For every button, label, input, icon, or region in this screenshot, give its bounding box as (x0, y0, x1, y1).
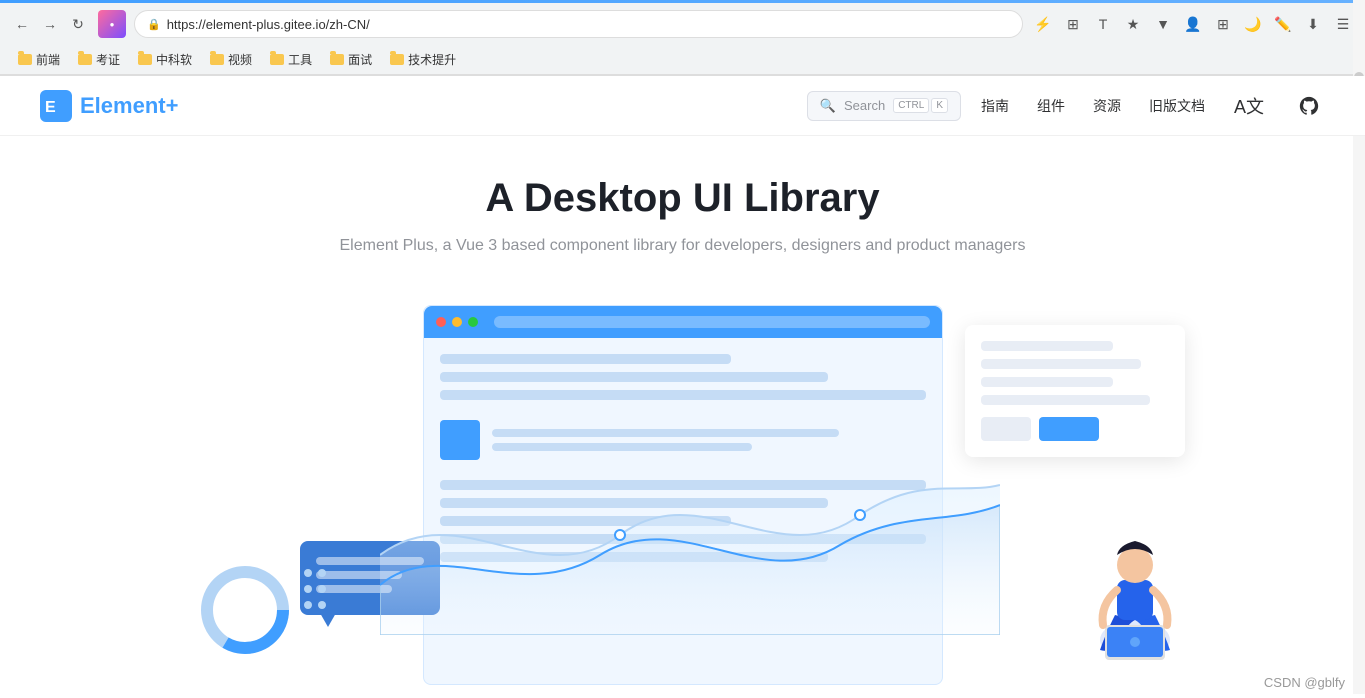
dot-red (436, 317, 446, 327)
bookmark-label: 前端 (36, 51, 60, 68)
bookmark-chevron[interactable]: ▼ (1151, 12, 1175, 36)
nav-buttons: ← → ↻ (10, 12, 90, 36)
circle-decoration (200, 565, 290, 655)
browser-toolbar-container: ← → ↻ ● 🔒 https://element-plus.gitee.io/… (0, 3, 1365, 76)
github-icon[interactable] (1293, 90, 1325, 122)
person-illustration (1085, 525, 1185, 665)
bookmark-面试[interactable]: 面试 (322, 49, 380, 70)
folder-icon (270, 54, 284, 65)
bookmark-star[interactable]: ★ (1121, 12, 1145, 36)
bookmark-label: 工具 (288, 51, 312, 68)
panel-row-1 (981, 341, 1113, 351)
folder-icon (210, 54, 224, 65)
kbd-k: K (931, 98, 948, 113)
download-icon[interactable]: ⬇ (1301, 12, 1325, 36)
bookmark-label: 考证 (96, 51, 120, 68)
window-row-2 (440, 372, 829, 382)
kbd-hint: CTRL K (893, 98, 948, 113)
bookmark-label: 面试 (348, 51, 372, 68)
folder-icon (330, 54, 344, 65)
reload-button[interactable]: ↻ (66, 12, 90, 36)
brush-icon[interactable]: ✏️ (1271, 12, 1295, 36)
moon-icon[interactable]: 🌙 (1241, 12, 1265, 36)
folder-icon (390, 54, 404, 65)
bookmark-考证[interactable]: 考证 (70, 49, 128, 70)
language-icon[interactable]: A文 (1233, 90, 1265, 122)
hero-subtitle: Element Plus, a Vue 3 based component li… (20, 237, 1345, 255)
dot-green (468, 317, 478, 327)
nav-components[interactable]: 组件 (1037, 96, 1065, 116)
logo-text: Element+ (80, 93, 178, 119)
panel-row-3 (981, 377, 1113, 387)
profile-icon[interactable]: 👤 (1181, 12, 1205, 36)
bookmark-工具[interactable]: 工具 (262, 49, 320, 70)
bookmark-label: 中科软 (156, 51, 192, 68)
search-label: Search (844, 98, 885, 113)
nav-old-docs[interactable]: 旧版文档 (1149, 96, 1205, 116)
titlebar-bar (494, 316, 930, 328)
logo-svg: E (40, 90, 72, 122)
window-row-1 (440, 354, 732, 364)
nav-links: 指南 组件 资源 旧版文档 A文 (981, 90, 1325, 122)
logo-plus: + (166, 93, 179, 118)
folder-icon (138, 54, 152, 65)
site-logo[interactable]: E Element+ (40, 90, 178, 122)
watermark: CSDN @gblfy (1264, 675, 1345, 690)
hero-title: A Desktop UI Library (20, 176, 1345, 221)
bookmark-技术提升[interactable]: 技术提升 (382, 49, 464, 70)
bookmark-前端[interactable]: 前端 (10, 49, 68, 70)
tab-favicon: ● (98, 10, 126, 38)
search-icon: 🔍 (820, 98, 836, 114)
search-box[interactable]: 🔍 Search CTRL K (807, 91, 961, 121)
dots-decoration (300, 565, 330, 625)
panel-btn-confirm (1039, 417, 1099, 441)
folder-icon (78, 54, 92, 65)
bookmark-label: 视频 (228, 51, 252, 68)
extensions-icon[interactable]: ⊞ (1061, 12, 1085, 36)
address-bar[interactable]: 🔒 https://element-plus.gitee.io/zh-CN/ (134, 10, 1023, 38)
illustration-container (0, 295, 1365, 698)
bookmark-label: 技术提升 (408, 51, 456, 68)
svg-text:E: E (45, 99, 56, 116)
grid-icon[interactable]: ⊞ (1211, 12, 1235, 36)
watermark-text: CSDN @gblfy (1264, 675, 1345, 690)
window-titlebar (424, 306, 942, 338)
browser-toolbar: ← → ↻ ● 🔒 https://element-plus.gitee.io/… (0, 3, 1365, 45)
chart-wave (380, 435, 1000, 635)
bookmark-视频[interactable]: 视频 (202, 49, 260, 70)
back-button[interactable]: ← (10, 12, 34, 36)
browser-actions: ⚡ ⊞ T ★ ▼ 👤 ⊞ 🌙 ✏️ ⬇ ☰ (1031, 12, 1355, 36)
translate-icon[interactable]: T (1091, 12, 1115, 36)
url-text: https://element-plus.gitee.io/zh-CN/ (167, 17, 1010, 32)
menu-icon[interactable]: ☰ (1331, 12, 1355, 36)
panel-row-2 (981, 359, 1141, 369)
window-row-3 (440, 390, 926, 400)
lock-icon: 🔒 (147, 18, 161, 31)
page-content: E Element+ 🔍 Search CTRL K 指南 组件 资源 旧版文档… (0, 76, 1365, 698)
hero-section: A Desktop UI Library Element Plus, a Vue… (0, 136, 1365, 255)
forward-button[interactable]: → (38, 12, 62, 36)
bookmarks-bar: 前端 考证 中科软 视频 工具 面试 技术提升 (0, 45, 1365, 75)
panel-buttons (981, 417, 1169, 441)
dot-yellow (452, 317, 462, 327)
kbd-ctrl: CTRL (893, 98, 929, 113)
nav-guide[interactable]: 指南 (981, 96, 1009, 116)
bookmark-中科软[interactable]: 中科软 (130, 49, 200, 70)
panel-row-4 (981, 395, 1150, 405)
folder-icon (18, 54, 32, 65)
lightning-icon[interactable]: ⚡ (1031, 12, 1055, 36)
nav-resources[interactable]: 资源 (1093, 96, 1121, 116)
logo-element: Element (80, 93, 166, 118)
site-navbar: E Element+ 🔍 Search CTRL K 指南 组件 资源 旧版文档… (0, 76, 1365, 136)
